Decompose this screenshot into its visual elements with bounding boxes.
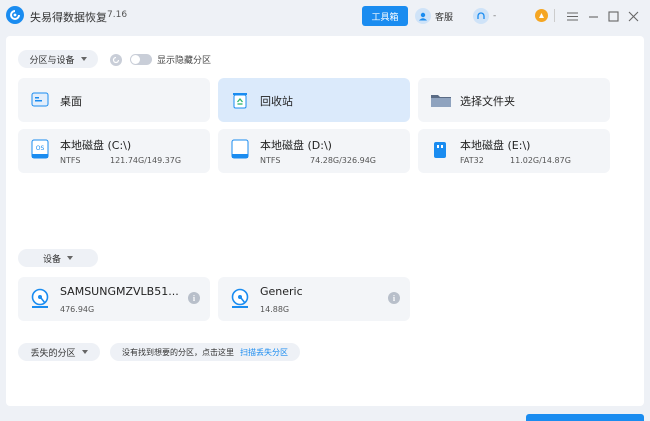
hard-drive-icon bbox=[30, 287, 50, 309]
lost-partitions-hint: 没有找到想要的分区，点击这里 扫描丢失分区 bbox=[110, 343, 300, 361]
location-label: 桌面 bbox=[60, 95, 82, 108]
user-name: - bbox=[493, 11, 497, 21]
customer-service-icon bbox=[415, 8, 431, 24]
user-account-button[interactable]: - bbox=[473, 7, 496, 25]
app-logo-icon bbox=[6, 6, 24, 24]
app-title: 失易得数据恢复 bbox=[30, 11, 107, 24]
chevron-down-icon bbox=[67, 256, 73, 260]
device-card-generic[interactable]: Generic 14.88G i bbox=[218, 277, 410, 321]
user-avatar-icon bbox=[473, 8, 489, 24]
devices-dropdown[interactable]: 设备 bbox=[18, 249, 98, 267]
support-button[interactable]: 客服 bbox=[415, 7, 453, 25]
disk-card-c[interactable]: OS 本地磁盘 (C:\) NTFS 121.74G/149.37G bbox=[18, 129, 210, 173]
folder-icon bbox=[430, 90, 451, 110]
location-card-select-folder[interactable]: 选择文件夹 bbox=[418, 78, 610, 122]
scan-lost-partitions-link[interactable]: 扫描丢失分区 bbox=[240, 347, 288, 358]
info-icon[interactable]: i bbox=[388, 292, 400, 304]
disk-name: 本地磁盘 (C:\) bbox=[60, 139, 132, 152]
disk-icon bbox=[230, 138, 250, 159]
disk-name: 本地磁盘 (E:\) bbox=[460, 139, 531, 152]
bottom-action-button[interactable] bbox=[526, 414, 644, 421]
show-hidden-partitions-toggle[interactable] bbox=[130, 54, 152, 65]
disk-card-d[interactable]: 本地磁盘 (D:\) NTFS 74.28G/326.94G bbox=[218, 129, 410, 173]
disk-filesystem: FAT32 bbox=[460, 156, 484, 165]
location-label: 选择文件夹 bbox=[460, 95, 515, 108]
menu-icon[interactable] bbox=[565, 9, 579, 23]
device-card-samsung[interactable]: SAMSUNGMZVLB51... 476.94G i bbox=[18, 277, 210, 321]
devices-dropdown-label: 设备 bbox=[42, 254, 61, 265]
minimize-icon[interactable] bbox=[586, 9, 600, 23]
device-name: Generic bbox=[260, 285, 303, 298]
desktop-icon bbox=[30, 90, 50, 110]
disk-usage: 11.02G/14.87G bbox=[510, 156, 571, 165]
chevron-down-icon bbox=[81, 350, 88, 354]
location-card-desktop[interactable]: 桌面 bbox=[18, 78, 210, 122]
lost-partitions-dropdown[interactable]: 丢失的分区 bbox=[18, 343, 100, 361]
refresh-icon[interactable] bbox=[110, 54, 122, 66]
close-icon[interactable] bbox=[626, 9, 640, 23]
show-hidden-partitions-label: 显示隐藏分区 bbox=[157, 56, 212, 66]
partitions-dropdown[interactable]: 分区与设备 bbox=[18, 50, 98, 68]
hard-drive-icon bbox=[230, 287, 250, 309]
maximize-icon[interactable] bbox=[606, 9, 620, 23]
disk-name: 本地磁盘 (D:\) bbox=[260, 139, 332, 152]
main-panel: 分区与设备 显示隐藏分区 桌面 回收站 选择文件夹 OS 本地磁盘 (C:\) … bbox=[6, 36, 644, 406]
lost-partitions-dropdown-label: 丢失的分区 bbox=[30, 348, 76, 359]
partitions-dropdown-label: 分区与设备 bbox=[29, 55, 75, 66]
chevron-down-icon bbox=[80, 57, 87, 61]
device-size: 476.94G bbox=[60, 305, 95, 314]
vip-coin-icon[interactable] bbox=[535, 9, 548, 22]
disk-card-e[interactable]: 本地磁盘 (E:\) FAT32 11.02G/14.87G bbox=[418, 129, 610, 173]
lost-partitions-message: 没有找到想要的分区，点击这里 bbox=[122, 347, 234, 357]
device-size: 14.88G bbox=[260, 305, 290, 314]
disk-filesystem: NTFS bbox=[60, 156, 81, 165]
svg-text:OS: OS bbox=[36, 145, 45, 152]
location-card-recycle-bin[interactable]: 回收站 bbox=[218, 78, 410, 122]
titlebar-divider bbox=[554, 9, 555, 22]
toggle-knob bbox=[131, 55, 140, 64]
app-version: 7.16 bbox=[107, 10, 128, 20]
toolbox-button[interactable]: 工具箱 bbox=[362, 6, 408, 26]
device-name: SAMSUNGMZVLB51... bbox=[60, 285, 179, 298]
os-disk-icon: OS bbox=[30, 138, 50, 159]
support-label: 客服 bbox=[435, 12, 454, 23]
title-bar: 失易得数据恢复 7.16 工具箱 客服 - bbox=[0, 0, 650, 34]
usb-disk-icon bbox=[430, 138, 450, 158]
info-icon[interactable]: i bbox=[188, 292, 200, 304]
disk-usage: 121.74G/149.37G bbox=[110, 156, 182, 165]
location-label: 回收站 bbox=[260, 95, 293, 108]
recycle-bin-icon bbox=[230, 90, 250, 110]
disk-usage: 74.28G/326.94G bbox=[310, 156, 376, 165]
disk-filesystem: NTFS bbox=[260, 156, 281, 165]
